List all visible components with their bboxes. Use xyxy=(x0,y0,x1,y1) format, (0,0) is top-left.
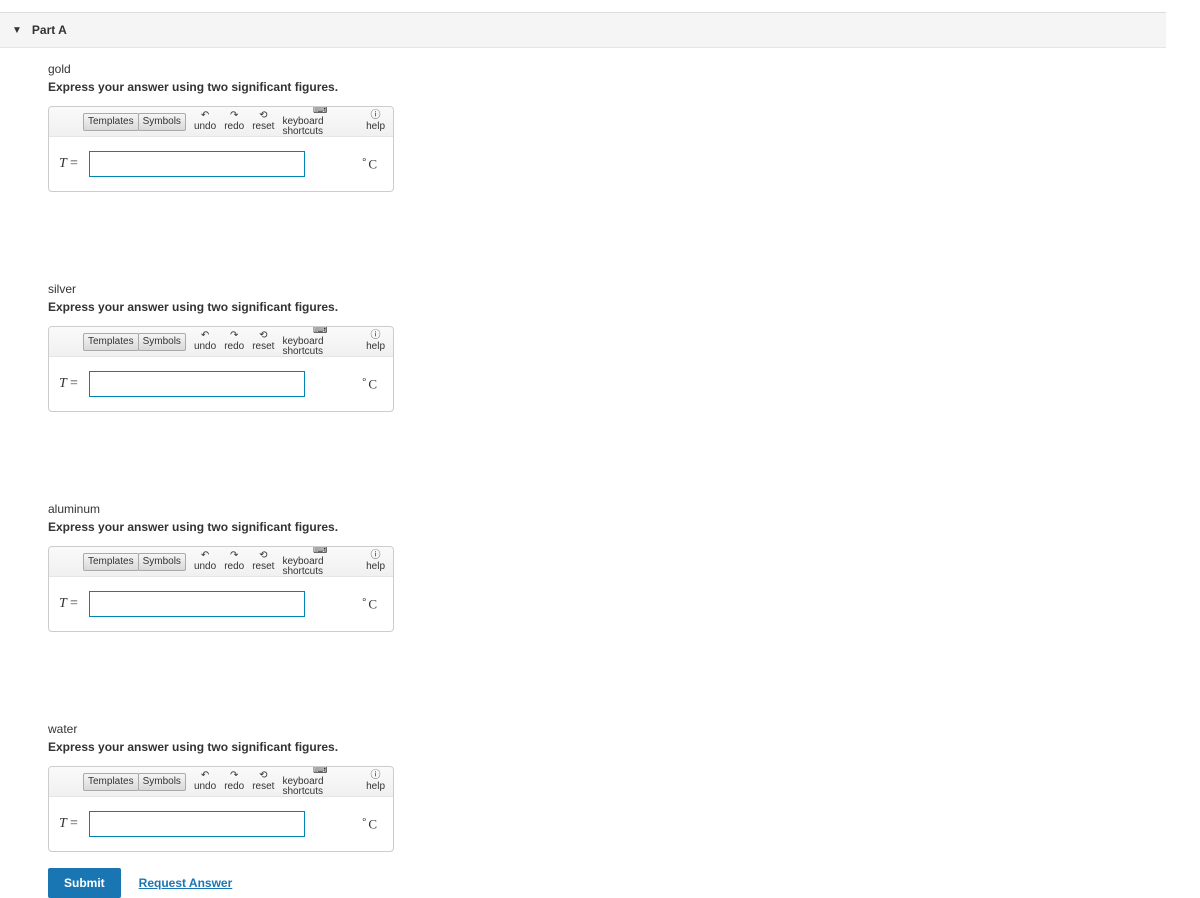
question-instruction: Express your answer using two significan… xyxy=(48,300,1166,314)
question-label: gold xyxy=(48,62,1166,76)
undo-icon: ↶ xyxy=(201,771,209,781)
part-title: Part A xyxy=(32,23,67,37)
answer-toolbar: Templates Symbols ↶undo ↷redo ⟲reset ⌨ke… xyxy=(49,107,393,137)
answer-row: T = ∘C xyxy=(49,137,393,191)
question-water: water Express your answer using two sign… xyxy=(48,722,1166,852)
part-header[interactable]: ▼ Part A xyxy=(0,13,1166,48)
answer-toolbar: Templates Symbols ↶undo ↷redo ⟲reset ⌨ke… xyxy=(49,547,393,577)
question-instruction: Express your answer using two significan… xyxy=(48,80,1166,94)
redo-icon: ↷ xyxy=(230,771,238,781)
unit-label: ∘C xyxy=(361,815,383,832)
answer-row: T = ∘C xyxy=(49,797,393,851)
help-button[interactable]: ⓘhelp xyxy=(362,771,389,792)
redo-button[interactable]: ↷redo xyxy=(220,331,248,352)
question-gold: gold Express your answer using two signi… xyxy=(48,62,1166,192)
question-label: silver xyxy=(48,282,1166,296)
help-icon: ⓘ xyxy=(371,771,381,781)
undo-button[interactable]: ↶undo xyxy=(190,771,220,792)
help-icon: ⓘ xyxy=(371,551,381,561)
answer-box: Templates Symbols ↶undo ↷redo ⟲reset ⌨ke… xyxy=(48,546,394,632)
reset-button[interactable]: ⟲reset xyxy=(248,111,278,132)
symbols-button[interactable]: Symbols xyxy=(138,113,186,131)
answer-box: Templates Symbols ↶undo ↷redo ⟲reset ⌨ke… xyxy=(48,766,394,852)
keyboard-icon: ⌨ xyxy=(313,107,327,116)
redo-button[interactable]: ↷redo xyxy=(220,771,248,792)
help-button[interactable]: ⓘhelp xyxy=(362,111,389,132)
undo-icon: ↶ xyxy=(201,551,209,561)
reset-icon: ⟲ xyxy=(259,771,267,781)
variable-label: T = xyxy=(59,816,83,832)
symbols-button[interactable]: Symbols xyxy=(138,553,186,571)
answer-toolbar: Templates Symbols ↶undo ↷redo ⟲reset ⌨ke… xyxy=(49,767,393,797)
help-icon: ⓘ xyxy=(371,331,381,341)
unit-label: ∘C xyxy=(361,595,383,612)
request-answer-link[interactable]: Request Answer xyxy=(139,876,233,890)
answer-input[interactable] xyxy=(89,151,305,177)
question-instruction: Express your answer using two significan… xyxy=(48,740,1166,754)
answer-input[interactable] xyxy=(89,811,305,837)
keyboard-icon: ⌨ xyxy=(313,547,327,556)
help-icon: ⓘ xyxy=(371,111,381,121)
keyboard-icon: ⌨ xyxy=(313,767,327,776)
question-instruction: Express your answer using two significan… xyxy=(48,520,1166,534)
variable-label: T = xyxy=(59,156,83,172)
question-label: water xyxy=(48,722,1166,736)
undo-icon: ↶ xyxy=(201,111,209,121)
keyboard-shortcuts-button[interactable]: ⌨keyboard shortcuts xyxy=(278,547,362,577)
reset-icon: ⟲ xyxy=(259,111,267,121)
unit-label: ∘C xyxy=(361,375,383,392)
keyboard-icon: ⌨ xyxy=(313,327,327,336)
templates-button[interactable]: Templates xyxy=(83,553,139,571)
undo-icon: ↶ xyxy=(201,331,209,341)
redo-button[interactable]: ↷redo xyxy=(220,551,248,572)
answer-input[interactable] xyxy=(89,371,305,397)
actions-row: Submit Request Answer xyxy=(48,868,1166,898)
submit-button[interactable]: Submit xyxy=(48,868,121,898)
caret-down-icon: ▼ xyxy=(12,25,22,36)
keyboard-shortcuts-button[interactable]: ⌨keyboard shortcuts xyxy=(278,107,362,137)
redo-icon: ↷ xyxy=(230,551,238,561)
unit-label: ∘C xyxy=(361,155,383,172)
answer-box: Templates Symbols ↶undo ↷redo ⟲reset ⌨ke… xyxy=(48,106,394,192)
answer-row: T = ∘C xyxy=(49,357,393,411)
variable-label: T = xyxy=(59,376,83,392)
question-label: aluminum xyxy=(48,502,1166,516)
reset-icon: ⟲ xyxy=(259,331,267,341)
question-aluminum: aluminum Express your answer using two s… xyxy=(48,502,1166,632)
help-button[interactable]: ⓘhelp xyxy=(362,331,389,352)
reset-icon: ⟲ xyxy=(259,551,267,561)
undo-button[interactable]: ↶undo xyxy=(190,551,220,572)
answer-toolbar: Templates Symbols ↶undo ↷redo ⟲reset ⌨ke… xyxy=(49,327,393,357)
symbols-button[interactable]: Symbols xyxy=(138,773,186,791)
question-silver: silver Express your answer using two sig… xyxy=(48,282,1166,412)
symbols-button[interactable]: Symbols xyxy=(138,333,186,351)
keyboard-shortcuts-button[interactable]: ⌨keyboard shortcuts xyxy=(278,327,362,357)
reset-button[interactable]: ⟲reset xyxy=(248,331,278,352)
help-button[interactable]: ⓘhelp xyxy=(362,551,389,572)
answer-box: Templates Symbols ↶undo ↷redo ⟲reset ⌨ke… xyxy=(48,326,394,412)
reset-button[interactable]: ⟲reset xyxy=(248,551,278,572)
redo-icon: ↷ xyxy=(230,111,238,121)
reset-button[interactable]: ⟲reset xyxy=(248,771,278,792)
templates-button[interactable]: Templates xyxy=(83,333,139,351)
variable-label: T = xyxy=(59,596,83,612)
templates-button[interactable]: Templates xyxy=(83,113,139,131)
templates-button[interactable]: Templates xyxy=(83,773,139,791)
keyboard-shortcuts-button[interactable]: ⌨keyboard shortcuts xyxy=(278,767,362,797)
undo-button[interactable]: ↶undo xyxy=(190,111,220,132)
redo-button[interactable]: ↷redo xyxy=(220,111,248,132)
answer-row: T = ∘C xyxy=(49,577,393,631)
answer-input[interactable] xyxy=(89,591,305,617)
redo-icon: ↷ xyxy=(230,331,238,341)
undo-button[interactable]: ↶undo xyxy=(190,331,220,352)
